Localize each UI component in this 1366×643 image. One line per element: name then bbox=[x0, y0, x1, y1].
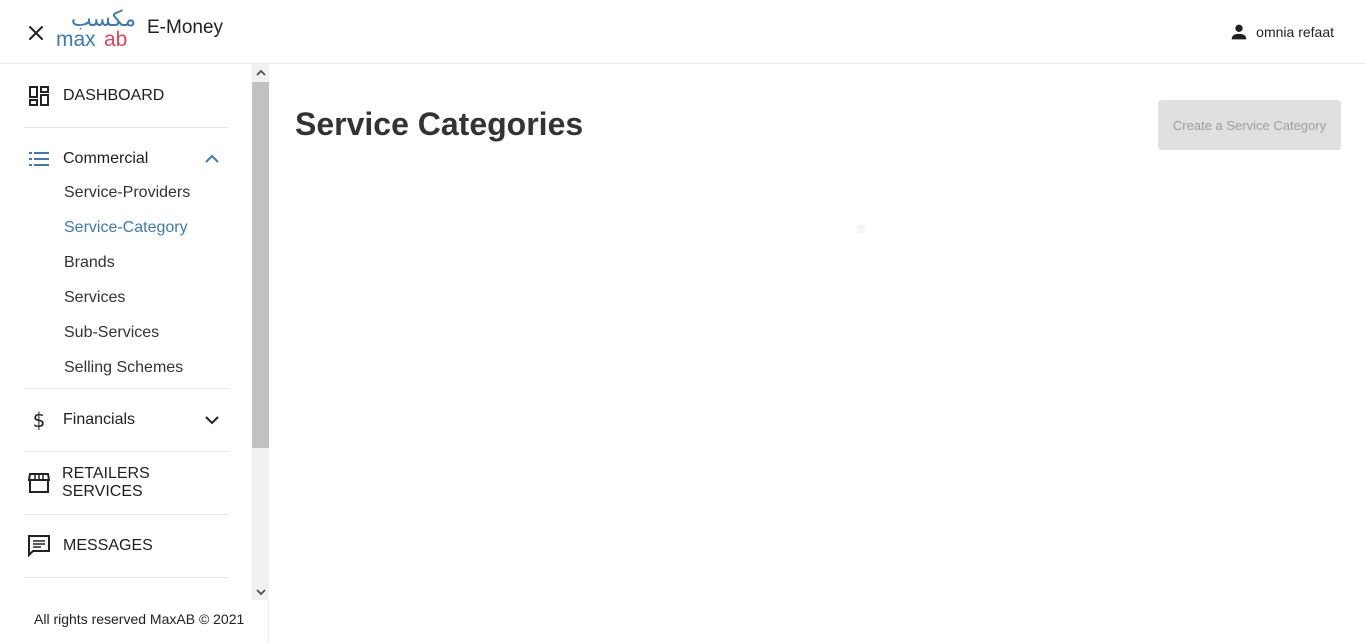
dollar-icon: $ bbox=[27, 408, 51, 432]
sidebar-subitem-sub-services[interactable]: Sub-Services bbox=[64, 324, 159, 342]
chevron-up-icon bbox=[255, 69, 266, 76]
sidebar-subitem-selling-schemes[interactable]: Selling Schemes bbox=[64, 359, 183, 377]
sidebar-item-commercial[interactable]: Commercial bbox=[24, 147, 228, 171]
list-icon bbox=[27, 147, 51, 171]
maxab-logo[interactable]: مكسب max ab bbox=[56, 7, 138, 51]
sidebar-subitem-service-category[interactable]: Service-Category bbox=[64, 219, 188, 237]
sidebar-item-label: Commercial bbox=[63, 150, 149, 167]
dashboard-icon bbox=[27, 84, 51, 108]
chevron-down-icon[interactable] bbox=[202, 410, 222, 430]
sidebar-item-label: DASHBOARD bbox=[63, 87, 165, 104]
sidebar-item-dashboard[interactable]: DASHBOARD bbox=[24, 84, 228, 108]
store-icon bbox=[27, 471, 50, 495]
sidebar-item-label: RETAILERS SERVICES bbox=[62, 465, 150, 500]
svg-text:$: $ bbox=[33, 409, 46, 431]
svg-text:max: max bbox=[56, 28, 96, 51]
user-name: omnia refaat bbox=[1256, 24, 1334, 40]
divider bbox=[24, 514, 228, 515]
sidebar: DASHBOARD Commercial Service-Providers S… bbox=[0, 64, 269, 643]
close-menu-button[interactable] bbox=[24, 21, 48, 45]
chevron-up-icon[interactable] bbox=[202, 149, 222, 169]
top-app-bar: مكسب max ab E-Money omnia refaat bbox=[0, 0, 1366, 64]
chevron-down-icon bbox=[255, 588, 266, 595]
sidebar-subitem-brands[interactable]: Brands bbox=[64, 254, 115, 272]
close-icon bbox=[29, 26, 43, 40]
scroll-down-button[interactable] bbox=[252, 583, 269, 600]
sidebar-item-label: MESSAGES bbox=[63, 537, 153, 554]
scrollbar-thumb[interactable] bbox=[252, 82, 269, 448]
page-title: Service Categories bbox=[295, 106, 584, 142]
svg-text:ab: ab bbox=[104, 28, 127, 51]
copyright-footer: All rights reserved MaxAB © 2021 bbox=[34, 611, 245, 627]
sidebar-nav: DASHBOARD Commercial Service-Providers S… bbox=[0, 64, 252, 600]
divider bbox=[24, 451, 228, 452]
message-icon bbox=[27, 534, 51, 558]
divider bbox=[24, 577, 228, 578]
divider bbox=[24, 127, 228, 128]
app-title: E-Money bbox=[147, 17, 224, 38]
person-icon bbox=[1231, 24, 1247, 40]
scroll-up-button[interactable] bbox=[252, 64, 269, 81]
divider bbox=[24, 388, 228, 389]
sidebar-subitem-service-providers[interactable]: Service-Providers bbox=[64, 184, 190, 202]
create-service-category-button[interactable]: Create a Service Category bbox=[1158, 100, 1341, 150]
sidebar-scrollbar[interactable] bbox=[252, 64, 269, 600]
sidebar-subitem-services[interactable]: Services bbox=[64, 289, 125, 307]
sidebar-item-financials[interactable]: $ Financials bbox=[24, 408, 228, 432]
sidebar-item-retailers-services[interactable]: RETAILERS SERVICES bbox=[24, 465, 228, 500]
user-menu[interactable]: omnia refaat bbox=[1228, 21, 1334, 43]
sidebar-item-label: Financials bbox=[63, 411, 136, 428]
loading-placeholder bbox=[857, 225, 865, 233]
sidebar-item-messages[interactable]: MESSAGES bbox=[24, 534, 228, 558]
